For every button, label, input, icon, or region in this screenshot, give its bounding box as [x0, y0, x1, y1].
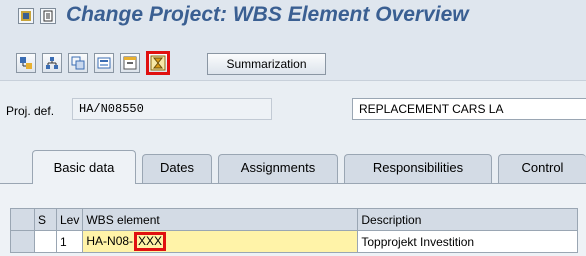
copy-structure-icon[interactable] — [68, 53, 88, 73]
column-header-lev[interactable]: Lev — [55, 208, 84, 231]
system-menu-icon[interactable] — [18, 8, 34, 24]
table-row[interactable]: 1 HA-N08- XXX Topprojekt Investition — [10, 230, 579, 253]
column-header-wbs[interactable]: WBS element — [82, 208, 359, 231]
wbs-element-prefix: HA-N08- — [86, 234, 134, 248]
collapse-icon[interactable] — [120, 53, 140, 73]
column-header-s[interactable]: S — [34, 208, 57, 231]
column-header-description[interactable]: Description — [357, 208, 579, 231]
tab-control[interactable]: Control — [498, 154, 586, 184]
proj-def-field[interactable]: HA/N08550 — [72, 98, 272, 120]
description-cell[interactable]: Topprojekt Investition — [357, 230, 579, 253]
wbs-element-cell[interactable]: HA-N08- XXX — [82, 230, 359, 253]
summarization-button[interactable]: Summarization — [207, 53, 326, 75]
expand-icon[interactable] — [16, 53, 36, 73]
proj-def-description-field[interactable]: REPLACEMENT CARS LA — [352, 98, 586, 120]
wbs-table: S Lev WBS element Description 1 HA-N08- X… — [10, 208, 579, 253]
wbs-element-highlight: XXX — [134, 232, 167, 251]
hierarchy-icon[interactable] — [42, 53, 62, 73]
level-cell: 1 — [55, 230, 84, 253]
title-bar: Change Project: WBS Element Overview — [0, 0, 586, 40]
application-toolbar: Summarization — [0, 41, 586, 81]
proj-def-label: Proj. def. — [6, 104, 55, 118]
tab-responsibilities[interactable]: Responsibilities — [344, 154, 492, 184]
page-title: Change Project: WBS Element Overview — [66, 3, 469, 26]
table-header-row: S Lev WBS element Description — [10, 208, 579, 231]
hourglass-icon[interactable] — [146, 51, 170, 75]
row-selector[interactable] — [10, 230, 35, 253]
tab-assignments[interactable]: Assignments — [218, 154, 338, 184]
tab-dates[interactable]: Dates — [142, 154, 212, 184]
row-selector-header[interactable] — [10, 208, 35, 231]
tab-strip: Basic data Dates Assignments Responsibil… — [0, 150, 586, 184]
document-icon[interactable] — [40, 8, 56, 24]
detail-view-icon[interactable] — [94, 53, 114, 73]
tab-basic-data[interactable]: Basic data — [32, 150, 136, 184]
status-cell — [34, 230, 57, 253]
